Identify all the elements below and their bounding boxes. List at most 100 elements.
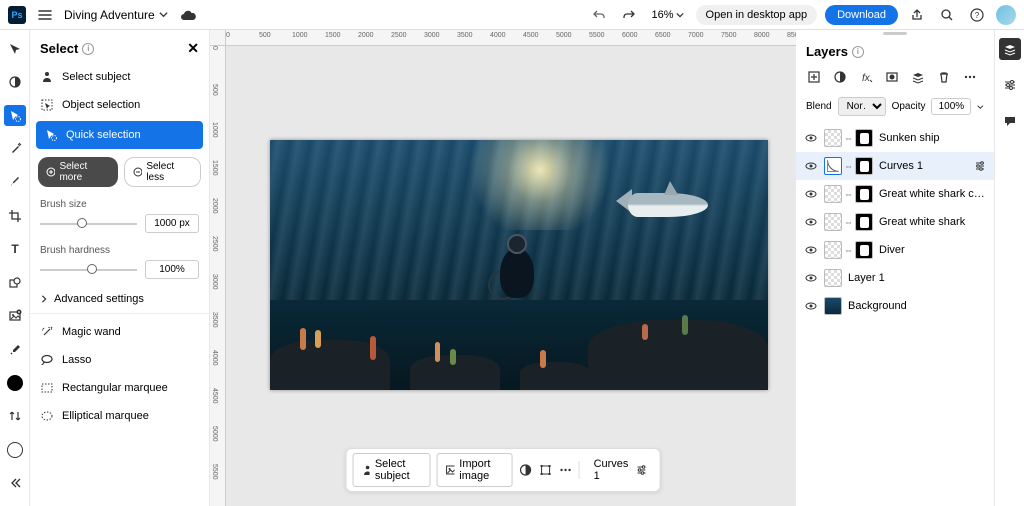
layer-row-curves-1[interactable]: ⇔ Curves 1 <box>796 152 994 180</box>
delete-icon[interactable] <box>936 69 952 85</box>
tool-label: Elliptical marquee <box>62 410 149 422</box>
panel-grabber[interactable] <box>883 32 907 35</box>
lasso-icon <box>40 353 54 367</box>
swap-colors-tool[interactable] <box>4 406 26 427</box>
download-button[interactable]: Download <box>825 5 898 25</box>
visibility-icon[interactable] <box>804 159 818 173</box>
layer-row-diver[interactable]: ⇔ Diver <box>796 236 994 264</box>
object-select-icon <box>40 98 54 112</box>
brush-hardness-input[interactable]: 100% <box>145 260 199 279</box>
vertical-ruler: 0500100015002000250030003500400045005000… <box>210 46 226 506</box>
quick-selection-tool[interactable]: Quick selection <box>36 121 203 149</box>
chip-label: Select less <box>146 161 192 183</box>
search-icon[interactable] <box>936 4 958 26</box>
redo-button[interactable] <box>618 4 640 26</box>
opacity-input[interactable]: 100% <box>931 98 971 115</box>
close-panel-icon[interactable]: ✕ <box>187 40 199 57</box>
ctb-transform-icon[interactable] <box>539 460 553 480</box>
collapse-toolbar-icon[interactable] <box>4 473 26 494</box>
layer-row-background[interactable]: Background <box>796 292 994 320</box>
visibility-icon[interactable] <box>804 215 818 229</box>
chevron-down-icon[interactable] <box>977 103 984 111</box>
shapes-tool[interactable] <box>4 272 26 293</box>
brush-size-input[interactable]: 1000 px <box>145 214 199 233</box>
visibility-icon[interactable] <box>804 299 818 313</box>
left-toolbar: T <box>0 30 30 506</box>
visibility-icon[interactable] <box>804 131 818 145</box>
selection-tool[interactable] <box>4 105 26 126</box>
user-avatar[interactable] <box>996 5 1016 25</box>
crop-tool[interactable] <box>4 205 26 226</box>
document-title-text: Diving Adventure <box>64 8 155 22</box>
visibility-icon[interactable] <box>804 271 818 285</box>
blend-mode-select[interactable]: Nor… <box>838 97 886 116</box>
type-tool[interactable]: T <box>4 239 26 260</box>
object-selection-tool[interactable]: Object selection <box>30 91 209 119</box>
fx-icon[interactable]: fx <box>858 69 874 85</box>
help-icon[interactable]: ? <box>966 4 988 26</box>
add-adjustment-icon[interactable] <box>832 69 848 85</box>
mask-icon[interactable] <box>884 69 900 85</box>
healing-tool[interactable] <box>4 138 26 159</box>
brush-tool[interactable] <box>4 172 26 193</box>
zoom-level[interactable]: 16% <box>648 7 688 23</box>
ctb-label: Select subject <box>375 458 422 482</box>
info-icon[interactable]: i <box>852 46 864 58</box>
app-logo: Ps <box>8 6 26 24</box>
move-tool[interactable] <box>4 38 26 59</box>
elliptical-marquee-tool[interactable]: Elliptical marquee <box>30 402 209 430</box>
canvas-image[interactable] <box>270 140 768 390</box>
info-icon[interactable]: i <box>82 43 94 55</box>
comments-tab-icon[interactable] <box>999 110 1021 132</box>
brush-hardness-slider[interactable] <box>40 269 137 271</box>
ctb-layer-name[interactable]: Curves 1 <box>586 454 654 486</box>
cloud-status-icon[interactable] <box>180 9 196 21</box>
ctb-select-subject[interactable]: Select subject <box>353 453 431 487</box>
layer-row-layer-1[interactable]: Layer 1 <box>796 264 994 292</box>
quick-select-icon <box>44 128 58 142</box>
ctb-more-icon[interactable] <box>559 460 573 480</box>
lasso-tool[interactable]: Lasso <box>30 346 209 374</box>
brush-size-slider[interactable] <box>40 223 137 225</box>
layer-row-shark-copy[interactable]: ⇔ Great white shark co… <box>796 180 994 208</box>
ctb-adjustment-icon[interactable] <box>518 460 532 480</box>
layer-row-shark[interactable]: ⇔ Great white shark <box>796 208 994 236</box>
layer-name: Layer 1 <box>848 272 986 284</box>
background-color[interactable] <box>4 439 26 460</box>
open-desktop-button[interactable]: Open in desktop app <box>696 5 818 25</box>
select-less-chip[interactable]: Select less <box>124 157 201 187</box>
layer-row-sunken-ship[interactable]: ⇔ Sunken ship <box>796 124 994 152</box>
visibility-icon[interactable] <box>804 243 818 257</box>
document-title[interactable]: Diving Adventure <box>64 8 168 22</box>
hamburger-menu-icon[interactable] <box>34 4 56 26</box>
rectangular-marquee-tool[interactable]: Rectangular marquee <box>30 374 209 402</box>
advanced-settings-toggle[interactable]: Advanced settings <box>30 285 209 314</box>
group-icon[interactable] <box>910 69 926 85</box>
layer-settings-icon[interactable] <box>974 160 986 172</box>
add-layer-icon[interactable] <box>806 69 822 85</box>
visibility-icon[interactable] <box>804 187 818 201</box>
canvas-area[interactable]: 0500100015002000250030003500400045005000… <box>210 30 796 506</box>
share-icon[interactable] <box>906 4 928 26</box>
foreground-color[interactable] <box>4 372 26 393</box>
select-more-chip[interactable]: Select more <box>38 157 118 187</box>
layers-tab-icon[interactable] <box>999 38 1021 60</box>
layers-panel-header: Layers i <box>796 30 994 65</box>
select-panel: Select i ✕ Select subject Object selecti… <box>30 30 210 506</box>
quick-select-options: Select more Select less <box>30 151 209 193</box>
chevron-right-icon <box>40 295 48 303</box>
minus-circle-icon <box>133 167 142 177</box>
add-image-tool[interactable] <box>4 305 26 326</box>
select-panel-title: Select <box>40 41 78 56</box>
reef-graphic <box>270 310 768 390</box>
undo-button[interactable] <box>588 4 610 26</box>
magic-wand-tool[interactable]: Magic wand <box>30 318 209 346</box>
image-icon <box>446 464 454 476</box>
ctb-import-image[interactable]: Import image <box>437 453 512 487</box>
select-subject-tool[interactable]: Select subject <box>30 63 209 91</box>
adjustment-tool[interactable] <box>4 71 26 92</box>
properties-tab-icon[interactable] <box>999 74 1021 96</box>
eyedropper-tool[interactable] <box>4 339 26 360</box>
more-icon[interactable] <box>962 69 978 85</box>
brush-hardness-group: Brush hardness 100% <box>30 239 209 285</box>
